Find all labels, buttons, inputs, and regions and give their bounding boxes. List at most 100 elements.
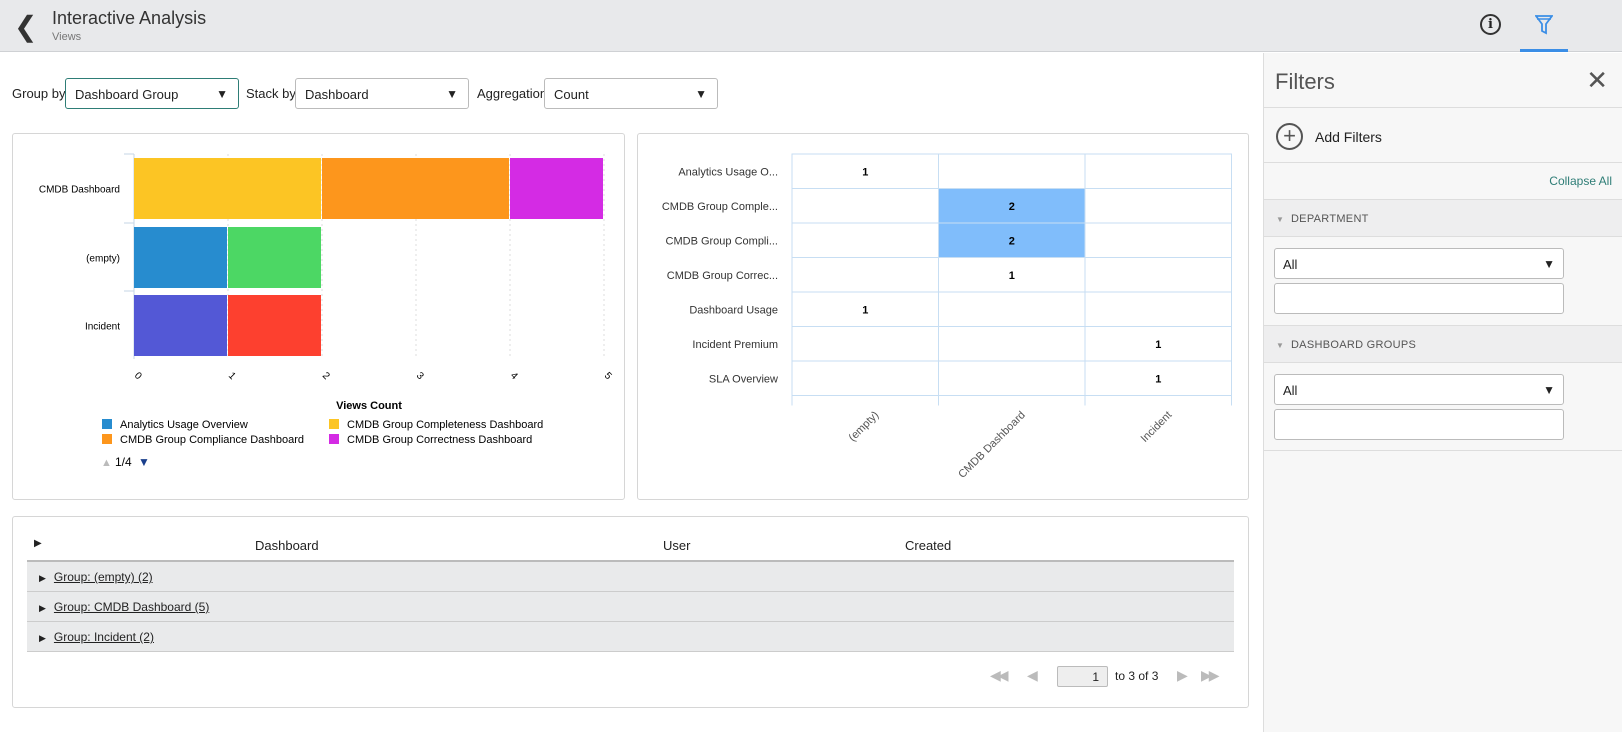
- expand-icon[interactable]: ▶: [39, 633, 46, 643]
- bar-segment: [134, 227, 227, 288]
- divider: [1264, 450, 1622, 451]
- expand-icon[interactable]: ▶: [39, 573, 46, 583]
- cell-value: 1: [1155, 339, 1161, 351]
- row-label: CMDB Group Compli...: [666, 235, 778, 247]
- group-link[interactable]: Group: (empty) (2): [54, 570, 153, 584]
- first-page-icon[interactable]: ◀◀: [990, 667, 1008, 684]
- department-section-header[interactable]: ▼ DEPARTMENT: [1264, 199, 1622, 237]
- divider: [1264, 107, 1622, 108]
- bar-segment: [228, 227, 321, 288]
- cell-value: 2: [1009, 201, 1015, 213]
- bar-chart: 0 1 2 3 4 5 CMDB Dashboard (empty) Incident Views…: [39, 153, 614, 469]
- group-row[interactable]: ▶ Group: (empty) (2): [27, 562, 1234, 592]
- legend-swatch: [102, 434, 112, 444]
- prev-page-icon[interactable]: ◀: [1027, 667, 1038, 684]
- cell-value: 1: [862, 166, 868, 178]
- page-subtitle: Views: [52, 31, 82, 43]
- column-header-dashboard[interactable]: Dashboard: [255, 538, 319, 553]
- heatmap-chart: 1 2 2 1 1 1 1 Analytics Usage O... CMDB Group Co…: [662, 153, 1232, 481]
- legend-label: CMDB Group Correctness Dashboard: [347, 434, 532, 446]
- stack-by-value: Dashboard: [305, 87, 369, 102]
- heatmap-cell: [791, 222, 939, 258]
- group-link[interactable]: Group: Incident (2): [54, 630, 154, 644]
- heatmap-cell: [1084, 188, 1232, 224]
- filters-panel: Filters ✕ + Add Filters Collapse All ▼ D…: [1263, 53, 1622, 732]
- dropdown-arrow-icon: ▼: [695, 87, 707, 101]
- column-label: CMDB Dashboard: [956, 409, 1028, 481]
- y-tick-label: (empty): [86, 254, 120, 265]
- heatmap-panel: 1 2 2 1 1 1 1 Analytics Usage O... CMDB Group Co…: [637, 133, 1249, 500]
- divider: [1264, 162, 1622, 163]
- filters-title: Filters: [1275, 69, 1335, 94]
- x-tick-label: 0: [132, 370, 144, 382]
- x-tick-label: 5: [602, 370, 614, 382]
- bar-chart-panel: 0 1 2 3 4 5 CMDB Dashboard (empty) Incident Views…: [12, 133, 625, 500]
- next-page-icon[interactable]: ▶: [1177, 667, 1188, 684]
- page-input[interactable]: 1: [1057, 666, 1108, 687]
- heatmap-cell: [791, 360, 939, 396]
- legend-next-icon: ▼: [138, 455, 150, 469]
- group-by-select[interactable]: Dashboard Group ▼: [65, 78, 239, 109]
- bar-segment: [510, 158, 603, 219]
- dropdown-arrow-icon: ▼: [216, 87, 228, 101]
- add-filters-button[interactable]: Add Filters: [1315, 129, 1382, 145]
- heatmap-cell: [938, 326, 1086, 362]
- aggregation-label: Aggregation: [477, 86, 548, 101]
- expand-icon[interactable]: ▶: [39, 603, 46, 613]
- filter-button[interactable]: [1520, 0, 1568, 52]
- cell-value: 1: [1009, 270, 1015, 282]
- x-tick-label: 1: [226, 370, 238, 382]
- x-tick-label: 4: [508, 370, 520, 382]
- dashboard-groups-input[interactable]: [1274, 409, 1564, 440]
- header: ❮ Interactive Analysis Views i: [0, 0, 1622, 52]
- add-filter-icon[interactable]: +: [1276, 123, 1303, 150]
- dropdown-arrow-icon: ▼: [1543, 383, 1555, 397]
- select-value: All: [1283, 257, 1298, 272]
- y-tick-label: CMDB Dashboard: [39, 185, 120, 196]
- group-link[interactable]: Group: CMDB Dashboard (5): [54, 600, 209, 614]
- dropdown-arrow-icon: ▼: [1543, 257, 1555, 271]
- legend-page: 1/4: [115, 455, 132, 469]
- section-label: DASHBOARD GROUPS: [1290, 339, 1417, 351]
- select-value: All: [1283, 383, 1298, 398]
- dashboard-groups-select[interactable]: All ▼: [1274, 374, 1564, 405]
- group-row[interactable]: ▶ Group: CMDB Dashboard (5): [27, 592, 1234, 622]
- legend-label: CMDB Group Compliance Dashboard: [120, 434, 304, 446]
- legend-swatch: [329, 434, 339, 444]
- row-label: SLA Overview: [709, 373, 778, 385]
- group-row[interactable]: ▶ Group: Incident (2): [27, 622, 1234, 652]
- page-title: Interactive Analysis: [52, 8, 207, 28]
- cell-value: 2: [1009, 235, 1015, 247]
- row-label: Analytics Usage O...: [678, 166, 778, 178]
- stack-by-select[interactable]: Dashboard ▼: [295, 78, 469, 109]
- bar-segment: [322, 158, 509, 219]
- bar-segment: [228, 295, 321, 356]
- aggregation-select[interactable]: Count ▼: [544, 78, 718, 109]
- stack-by-label: Stack by: [246, 86, 296, 101]
- column-label: (empty): [847, 409, 882, 444]
- legend-swatch: [102, 419, 112, 429]
- group-by-value: Dashboard Group: [75, 87, 179, 102]
- dashboard-groups-section-header[interactable]: ▼ DASHBOARD GROUPS: [1264, 325, 1622, 363]
- column-header-user[interactable]: User: [663, 538, 690, 553]
- filter-icon: [1535, 15, 1553, 35]
- row-label: Dashboard Usage: [689, 304, 778, 316]
- cell-value: 1: [862, 304, 868, 316]
- expand-all-icon[interactable]: ▶: [34, 538, 42, 549]
- last-page-icon[interactable]: ▶▶: [1201, 667, 1219, 684]
- department-input[interactable]: [1274, 283, 1564, 314]
- heatmap-cell: [1084, 222, 1232, 258]
- column-header-created[interactable]: Created: [905, 538, 951, 553]
- close-icon[interactable]: ✕: [1586, 65, 1608, 96]
- heatmap-cell: [791, 326, 939, 362]
- info-icon[interactable]: i: [1480, 14, 1501, 35]
- back-button[interactable]: ❮: [14, 10, 37, 43]
- heatmap-cell: [938, 153, 1086, 189]
- department-select[interactable]: All ▼: [1274, 248, 1564, 279]
- collapse-all-link[interactable]: Collapse All: [1549, 174, 1612, 188]
- heatmap-cell: [1084, 291, 1232, 327]
- group-by-label: Group by: [12, 86, 66, 101]
- column-label: Incident: [1139, 409, 1175, 445]
- row-label: Incident Premium: [692, 339, 778, 351]
- x-axis-title: Views Count: [336, 400, 402, 412]
